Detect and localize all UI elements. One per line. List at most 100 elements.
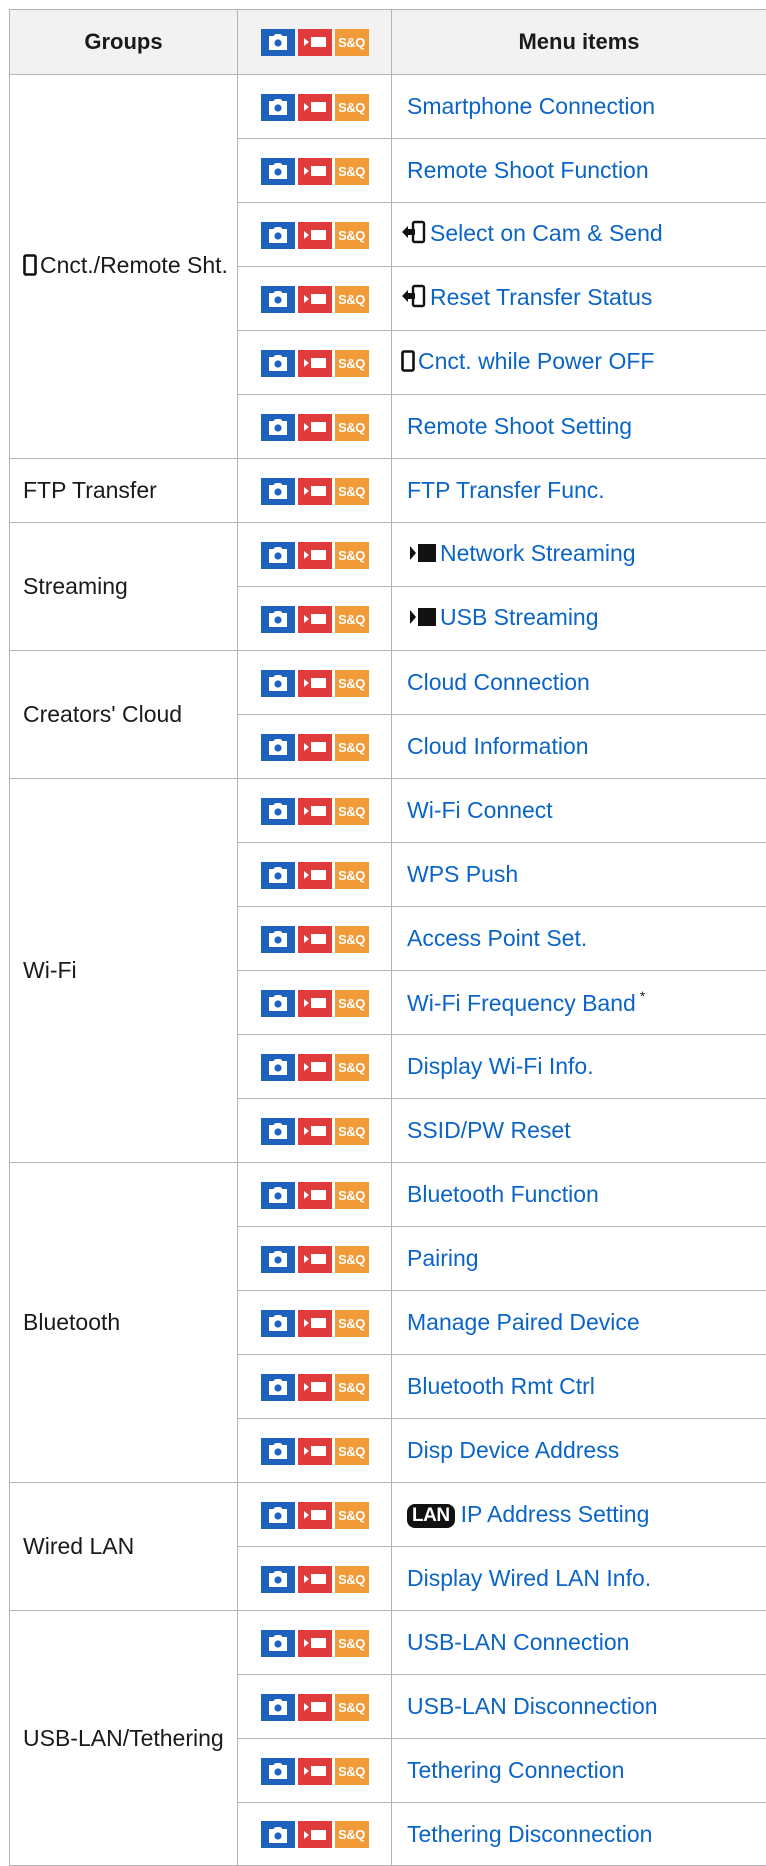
menu-item-cell: Bluetooth Function: [392, 1163, 766, 1227]
photo-mode-icon: [261, 926, 295, 953]
sq-mode-label: S&Q: [338, 1827, 365, 1842]
sq-mode-icon: S&Q: [335, 1566, 369, 1593]
menu-item-link[interactable]: SSID/PW Reset: [407, 1117, 571, 1143]
menu-item-cell: Display Wi-Fi Info.: [392, 1035, 766, 1099]
menu-item-link[interactable]: WPS Push: [407, 861, 518, 887]
menu-item-link[interactable]: Wi-Fi Connect: [407, 797, 553, 823]
mode-icons: S&Q: [261, 158, 369, 185]
photo-mode-icon: [261, 1502, 295, 1529]
group-label: Bluetooth: [23, 1309, 120, 1335]
menu-item-link[interactable]: Wi-Fi Frequency Band: [407, 990, 636, 1016]
menu-item-link[interactable]: Manage Paired Device: [407, 1309, 640, 1335]
menu-item-link[interactable]: FTP Transfer Func.: [407, 477, 605, 503]
movie-mode-icon: [298, 478, 332, 505]
mode-icons: S&Q: [261, 29, 369, 56]
menu-item-cell: Cnct. while Power OFF: [392, 331, 766, 395]
photo-mode-icon: [261, 1246, 295, 1273]
menu-item-cell: Wi-Fi Frequency Band*: [392, 971, 766, 1035]
sq-mode-label: S&Q: [338, 1508, 365, 1523]
group-usb-lan-tethering: USB-LAN/Tethering: [10, 1611, 238, 1866]
menu-item-link[interactable]: Reset Transfer Status: [430, 284, 652, 310]
movie-mode-icon: [298, 286, 332, 313]
menu-item-link[interactable]: Tethering Disconnection: [407, 1821, 652, 1847]
movie-mode-icon: [298, 1054, 332, 1081]
sq-mode-label: S&Q: [338, 1700, 365, 1715]
menu-item-cell: Display Wired LAN Info.: [392, 1547, 766, 1611]
group-label: Wired LAN: [23, 1533, 134, 1559]
movie-mode-icon: [298, 606, 332, 633]
sq-mode-label: S&Q: [338, 420, 365, 435]
group-wired-lan: Wired LAN: [10, 1483, 238, 1611]
menu-item-link[interactable]: Bluetooth Rmt Ctrl: [407, 1373, 595, 1399]
photo-mode-icon: [261, 1630, 295, 1657]
sq-mode-label: S&Q: [338, 1188, 365, 1203]
menu-item-link[interactable]: Bluetooth Function: [407, 1181, 599, 1207]
mode-icons: S&Q: [261, 1118, 369, 1145]
sq-mode-icon: S&Q: [335, 670, 369, 697]
menu-item-link[interactable]: Select on Cam & Send: [430, 220, 663, 246]
menu-item-link[interactable]: USB Streaming: [440, 604, 599, 630]
photo-mode-icon: [261, 1310, 295, 1337]
footnote-marker: *: [640, 988, 645, 1004]
menu-item-link[interactable]: Network Streaming: [440, 540, 636, 566]
movie-mode-icon: [298, 798, 332, 825]
menu-item-cell: Manage Paired Device: [392, 1291, 766, 1355]
menu-item-link[interactable]: Remote Shoot Setting: [407, 413, 632, 439]
sq-mode-icon: S&Q: [335, 798, 369, 825]
photo-mode-icon: [261, 414, 295, 441]
menu-item-cell: SSID/PW Reset: [392, 1099, 766, 1163]
sq-mode-icon: S&Q: [335, 1694, 369, 1721]
photo-mode-icon: [261, 1054, 295, 1081]
mode-icons-cell: S&Q: [238, 139, 392, 203]
menu-item-link[interactable]: USB-LAN Disconnection: [407, 1693, 658, 1719]
movie-mode-icon: [298, 1246, 332, 1273]
sq-mode-label: S&Q: [338, 996, 365, 1011]
menu-item-link[interactable]: USB-LAN Connection: [407, 1629, 629, 1655]
mode-icons-cell: S&Q: [238, 651, 392, 715]
menu-item-link[interactable]: Display Wired LAN Info.: [407, 1565, 651, 1591]
send-to-smartphone-icon: [401, 220, 427, 250]
movie-mode-icon: [298, 1758, 332, 1785]
menu-item-link[interactable]: Display Wi-Fi Info.: [407, 1053, 594, 1079]
sq-mode-icon: S&Q: [335, 94, 369, 121]
menu-item-link[interactable]: Cloud Connection: [407, 669, 590, 695]
menu-item-link[interactable]: Pairing: [407, 1245, 479, 1271]
menu-item-link[interactable]: Disp Device Address: [407, 1437, 619, 1463]
menu-item-cell: Network Streaming: [392, 523, 766, 587]
sq-mode-label: S&Q: [338, 1380, 365, 1395]
mode-icons-cell: S&Q: [238, 331, 392, 395]
mode-icons-cell: S&Q: [238, 843, 392, 907]
group-label: Wi-Fi: [23, 957, 77, 983]
table-row: FTP Transfer S&Q FTP Transfer Func.: [10, 459, 766, 523]
header-groups: Groups: [10, 10, 238, 75]
movie-mode-icon: [298, 94, 332, 121]
movie-mode-icon: [298, 350, 332, 377]
sq-mode-icon: S&Q: [335, 414, 369, 441]
menu-item-cell: Disp Device Address: [392, 1419, 766, 1483]
movie-mode-icon: [298, 734, 332, 761]
menu-item-link[interactable]: Tethering Connection: [407, 1757, 624, 1783]
menu-table: Groups S&Q Menu items Cnct./Remote Sht. …: [9, 9, 766, 1866]
mode-icons: S&Q: [261, 1374, 369, 1401]
sq-mode-label: S&Q: [338, 1316, 365, 1331]
menu-item-link[interactable]: Access Point Set.: [407, 925, 587, 951]
mode-icons-cell: S&Q: [238, 1611, 392, 1675]
menu-item-link[interactable]: Cloud Information: [407, 733, 589, 759]
menu-item-link[interactable]: IP Address Setting: [461, 1501, 650, 1527]
sq-mode-icon: S&Q: [335, 990, 369, 1017]
sq-mode-icon: S&Q: [335, 1118, 369, 1145]
menu-item-link[interactable]: Smartphone Connection: [407, 93, 655, 119]
mode-icons: S&Q: [261, 1758, 369, 1785]
movie-mode-icon: [298, 414, 332, 441]
menu-item-link[interactable]: Cnct. while Power OFF: [418, 348, 654, 374]
movie-mode-icon: [298, 1502, 332, 1529]
sq-mode-label: S&Q: [338, 1764, 365, 1779]
sq-mode-label: S&Q: [338, 164, 365, 179]
sq-mode-icon: S&Q: [335, 1054, 369, 1081]
menu-item-link[interactable]: Remote Shoot Function: [407, 157, 649, 183]
lan-badge-icon: LAN: [407, 1504, 455, 1528]
smartphone-icon: [23, 254, 37, 282]
menu-item-cell: Cloud Information: [392, 715, 766, 779]
photo-mode-icon: [261, 29, 295, 56]
mode-icons-cell: S&Q: [238, 1675, 392, 1739]
